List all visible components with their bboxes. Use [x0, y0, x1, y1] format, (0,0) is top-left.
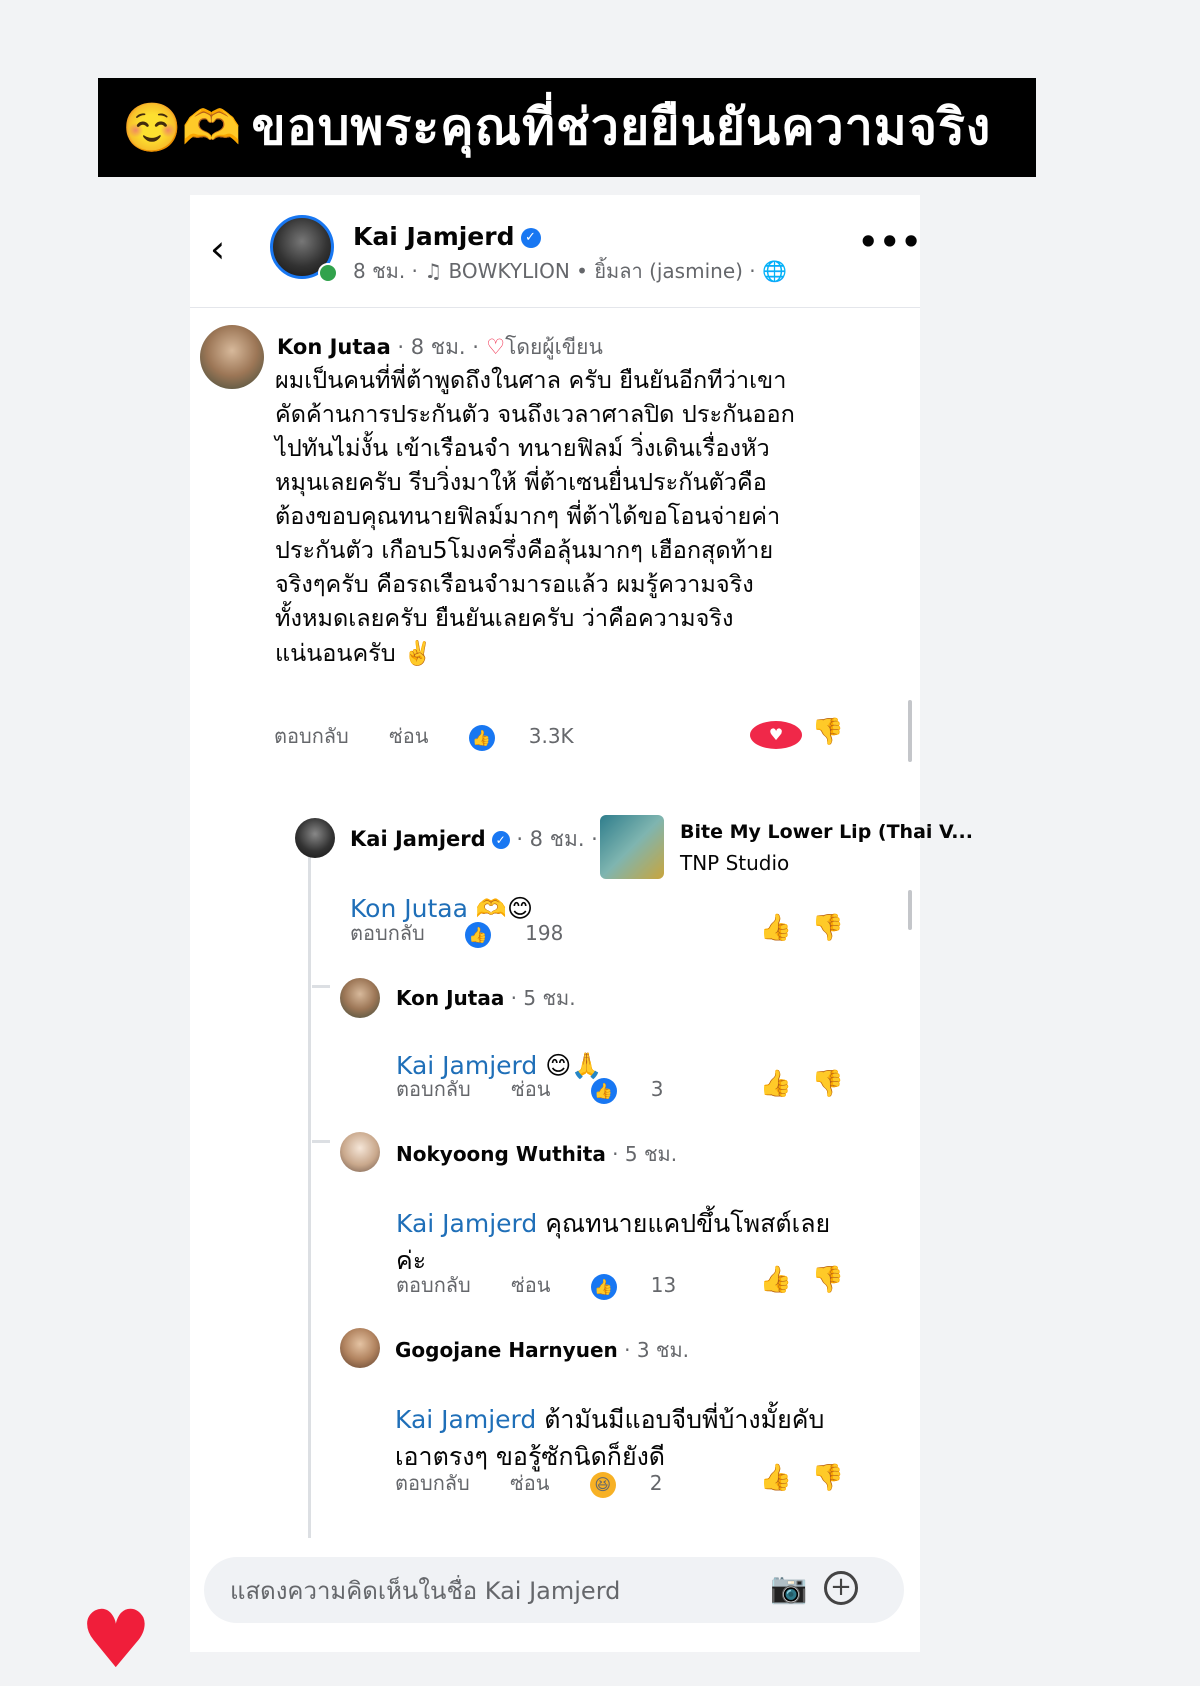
hide-button[interactable]: ซ่อน — [511, 1273, 550, 1297]
comment-text: Kai Jamjerd คุณทนายแคปขึ้นโพสต์เลย ค่ะ — [396, 1170, 876, 1279]
dislike-icon[interactable]: 👎 — [802, 1069, 854, 1099]
banner-text: ขอบพระคุณที่ช่วยยืนยันความจริง — [251, 98, 992, 156]
reaction-icons: 👍 👎 — [750, 913, 854, 943]
song-artwork — [600, 815, 664, 879]
like-count-text: 13 — [650, 1273, 677, 1297]
reply-button[interactable]: ตอบกลับ — [396, 1077, 471, 1101]
hide-button[interactable]: ซ่อน — [389, 724, 428, 748]
scrollbar[interactable] — [908, 890, 912, 930]
like-count-text: 3 — [650, 1077, 664, 1101]
like-count[interactable]: 👍 198 — [465, 921, 597, 948]
comment-author[interactable]: Kon Jutaa · 8 ชม. · ♡โดยผู้เขียน — [277, 331, 603, 364]
comment-text: ผมเป็นคนที่พี่ต้าพูดถึงในศาล ครับ ยืนยัน… — [275, 366, 795, 667]
post-header: ‹ Kai Jamjerd ✓ 8 ชม. · ♫ BOWKYLION • ยิ้… — [190, 195, 922, 308]
verified-badge-icon: ✓ — [520, 228, 541, 248]
mention-link[interactable]: Kai Jamjerd — [395, 1405, 536, 1434]
like-count-text: 198 — [525, 921, 564, 945]
thread-line — [308, 825, 311, 1538]
author-badge: โดยผู้เขียน — [505, 335, 603, 359]
comment-time: · 5 ชม. — [605, 1142, 678, 1166]
reaction-icons: 👍 👎 — [750, 1069, 854, 1099]
plus-icon[interactable]: + — [824, 1571, 858, 1605]
floating-heart-icon: ♥ — [80, 1593, 152, 1686]
like-badge-icon: 👍 — [468, 724, 495, 751]
like-badge-icon: 👍 — [465, 921, 492, 948]
reaction-icons: ♥ 👎 — [750, 717, 854, 749]
heart-reaction-icon[interactable]: ♥ — [750, 717, 802, 749]
page-name-text[interactable]: Kai Jamjerd — [353, 222, 515, 251]
like-badge-icon: 👍 — [590, 1273, 617, 1300]
like-icon[interactable]: 👍 — [750, 1463, 802, 1493]
reaction-icons: 👍 👎 — [750, 1463, 854, 1493]
author-name[interactable]: Gogojane Harnyuen — [395, 1338, 618, 1362]
mention-link[interactable]: Kai Jamjerd — [396, 1209, 537, 1238]
comment-composer: 📷 + — [204, 1557, 904, 1623]
comment-time: · 8 ชม. · — [509, 827, 598, 851]
avatar[interactable] — [200, 325, 264, 389]
camera-icon[interactable]: 📷 — [770, 1571, 807, 1606]
banner-emoji: ☺️🫶 — [122, 100, 242, 156]
reaction-count[interactable]: 😆 2 — [589, 1471, 697, 1498]
page-name[interactable]: Kai Jamjerd ✓ — [353, 222, 541, 251]
like-badge-icon: 👍 — [590, 1077, 617, 1104]
dislike-icon[interactable]: 👎 — [802, 1463, 854, 1493]
more-options-icon[interactable]: ••• — [858, 223, 922, 261]
thread-branch — [312, 1140, 330, 1143]
comment-input[interactable] — [228, 1575, 712, 1607]
like-count[interactable]: 👍 3.3K — [468, 724, 608, 751]
reaction-count-text: 2 — [649, 1471, 663, 1495]
song-artist: TNP Studio — [680, 851, 790, 875]
hide-button[interactable]: ซ่อน — [511, 1077, 550, 1101]
reaction-icons: 👍 👎 — [750, 1265, 854, 1295]
avatar[interactable] — [340, 978, 380, 1018]
author-name[interactable]: Kai Jamjerd — [350, 827, 486, 851]
song-title: Bite My Lower Lip (Thai V... — [680, 821, 973, 843]
like-icon[interactable]: 👍 — [750, 913, 802, 943]
comment-time: · 3 ชม. — [617, 1338, 690, 1362]
like-count[interactable]: 👍 13 — [590, 1273, 710, 1300]
thread-branch — [312, 985, 330, 988]
comment-actions: ตอบกลับ ซ่อน 👍 13 — [396, 1269, 710, 1301]
comment-author[interactable]: Kon Jutaa · 5 ชม. — [396, 982, 576, 1014]
scrollbar[interactable] — [908, 700, 912, 762]
comment-actions: ตอบกลับ 👍 198 — [350, 917, 597, 949]
like-icon[interactable]: 👍 — [750, 1069, 802, 1099]
dislike-icon[interactable]: 👎 — [802, 913, 854, 943]
comment-time: · 8 ชม. · — [390, 335, 479, 359]
comments-panel: ‹ Kai Jamjerd ✓ 8 ชม. · ♫ BOWKYLION • ยิ้… — [190, 195, 973, 1652]
like-count[interactable]: 👍 3 — [590, 1077, 698, 1104]
avatar[interactable] — [340, 1132, 380, 1172]
heart-outline-icon: ♡ — [486, 335, 506, 359]
comment-author[interactable]: Kai Jamjerd ✓ · 8 ชม. · — [350, 823, 598, 856]
reply-button[interactable]: ตอบกลับ — [396, 1273, 471, 1297]
comment-text: Kai Jamjerd ต้ามันมีแอบจีบพี่บ้างมั้ยคับ… — [395, 1366, 875, 1475]
comment-actions: ตอบกลับ ซ่อน 😆 2 — [395, 1467, 696, 1499]
reply-button[interactable]: ตอบกลับ — [274, 724, 349, 748]
dislike-icon[interactable]: 👎 — [802, 1265, 854, 1295]
like-count-text: 3.3K — [528, 724, 574, 748]
avatar[interactable] — [295, 818, 335, 858]
song-attachment[interactable]: Bite My Lower Lip (Thai V... TNP Studio — [600, 815, 973, 887]
comment-actions: ตอบกลับ ซ่อน 👍 3 — [396, 1073, 697, 1105]
verified-badge-icon: ✓ — [491, 831, 510, 849]
like-icon[interactable]: 👍 — [750, 1265, 802, 1295]
avatar[interactable] — [340, 1328, 380, 1368]
caption-banner: ☺️🫶 ขอบพระคุณที่ช่วยยืนยันความจริง — [98, 78, 1036, 177]
author-name[interactable]: Nokyoong Wuthita — [396, 1142, 606, 1166]
post-meta: 8 ชม. · ♫ BOWKYLION • ยิ้มลา (jasmine) ·… — [353, 259, 787, 283]
comment-author[interactable]: Gogojane Harnyuen · 3 ชม. — [395, 1334, 689, 1366]
author-name[interactable]: Kon Jutaa — [396, 986, 504, 1010]
comment-author[interactable]: Nokyoong Wuthita · 5 ชม. — [396, 1138, 677, 1170]
online-status-dot — [318, 263, 338, 283]
reply-button[interactable]: ตอบกลับ — [395, 1471, 470, 1495]
author-name[interactable]: Kon Jutaa — [277, 335, 391, 359]
dislike-icon[interactable]: 👎 — [802, 717, 854, 747]
hide-button[interactable]: ซ่อน — [510, 1471, 549, 1495]
chevron-left-icon[interactable]: ‹ — [210, 230, 238, 268]
comment-actions: ตอบกลับ ซ่อน 👍 3.3K — [274, 720, 608, 752]
haha-badge-icon: 😆 — [589, 1471, 616, 1498]
reply-button[interactable]: ตอบกลับ — [350, 921, 425, 945]
comment-time: · 5 ชม. — [504, 986, 576, 1010]
